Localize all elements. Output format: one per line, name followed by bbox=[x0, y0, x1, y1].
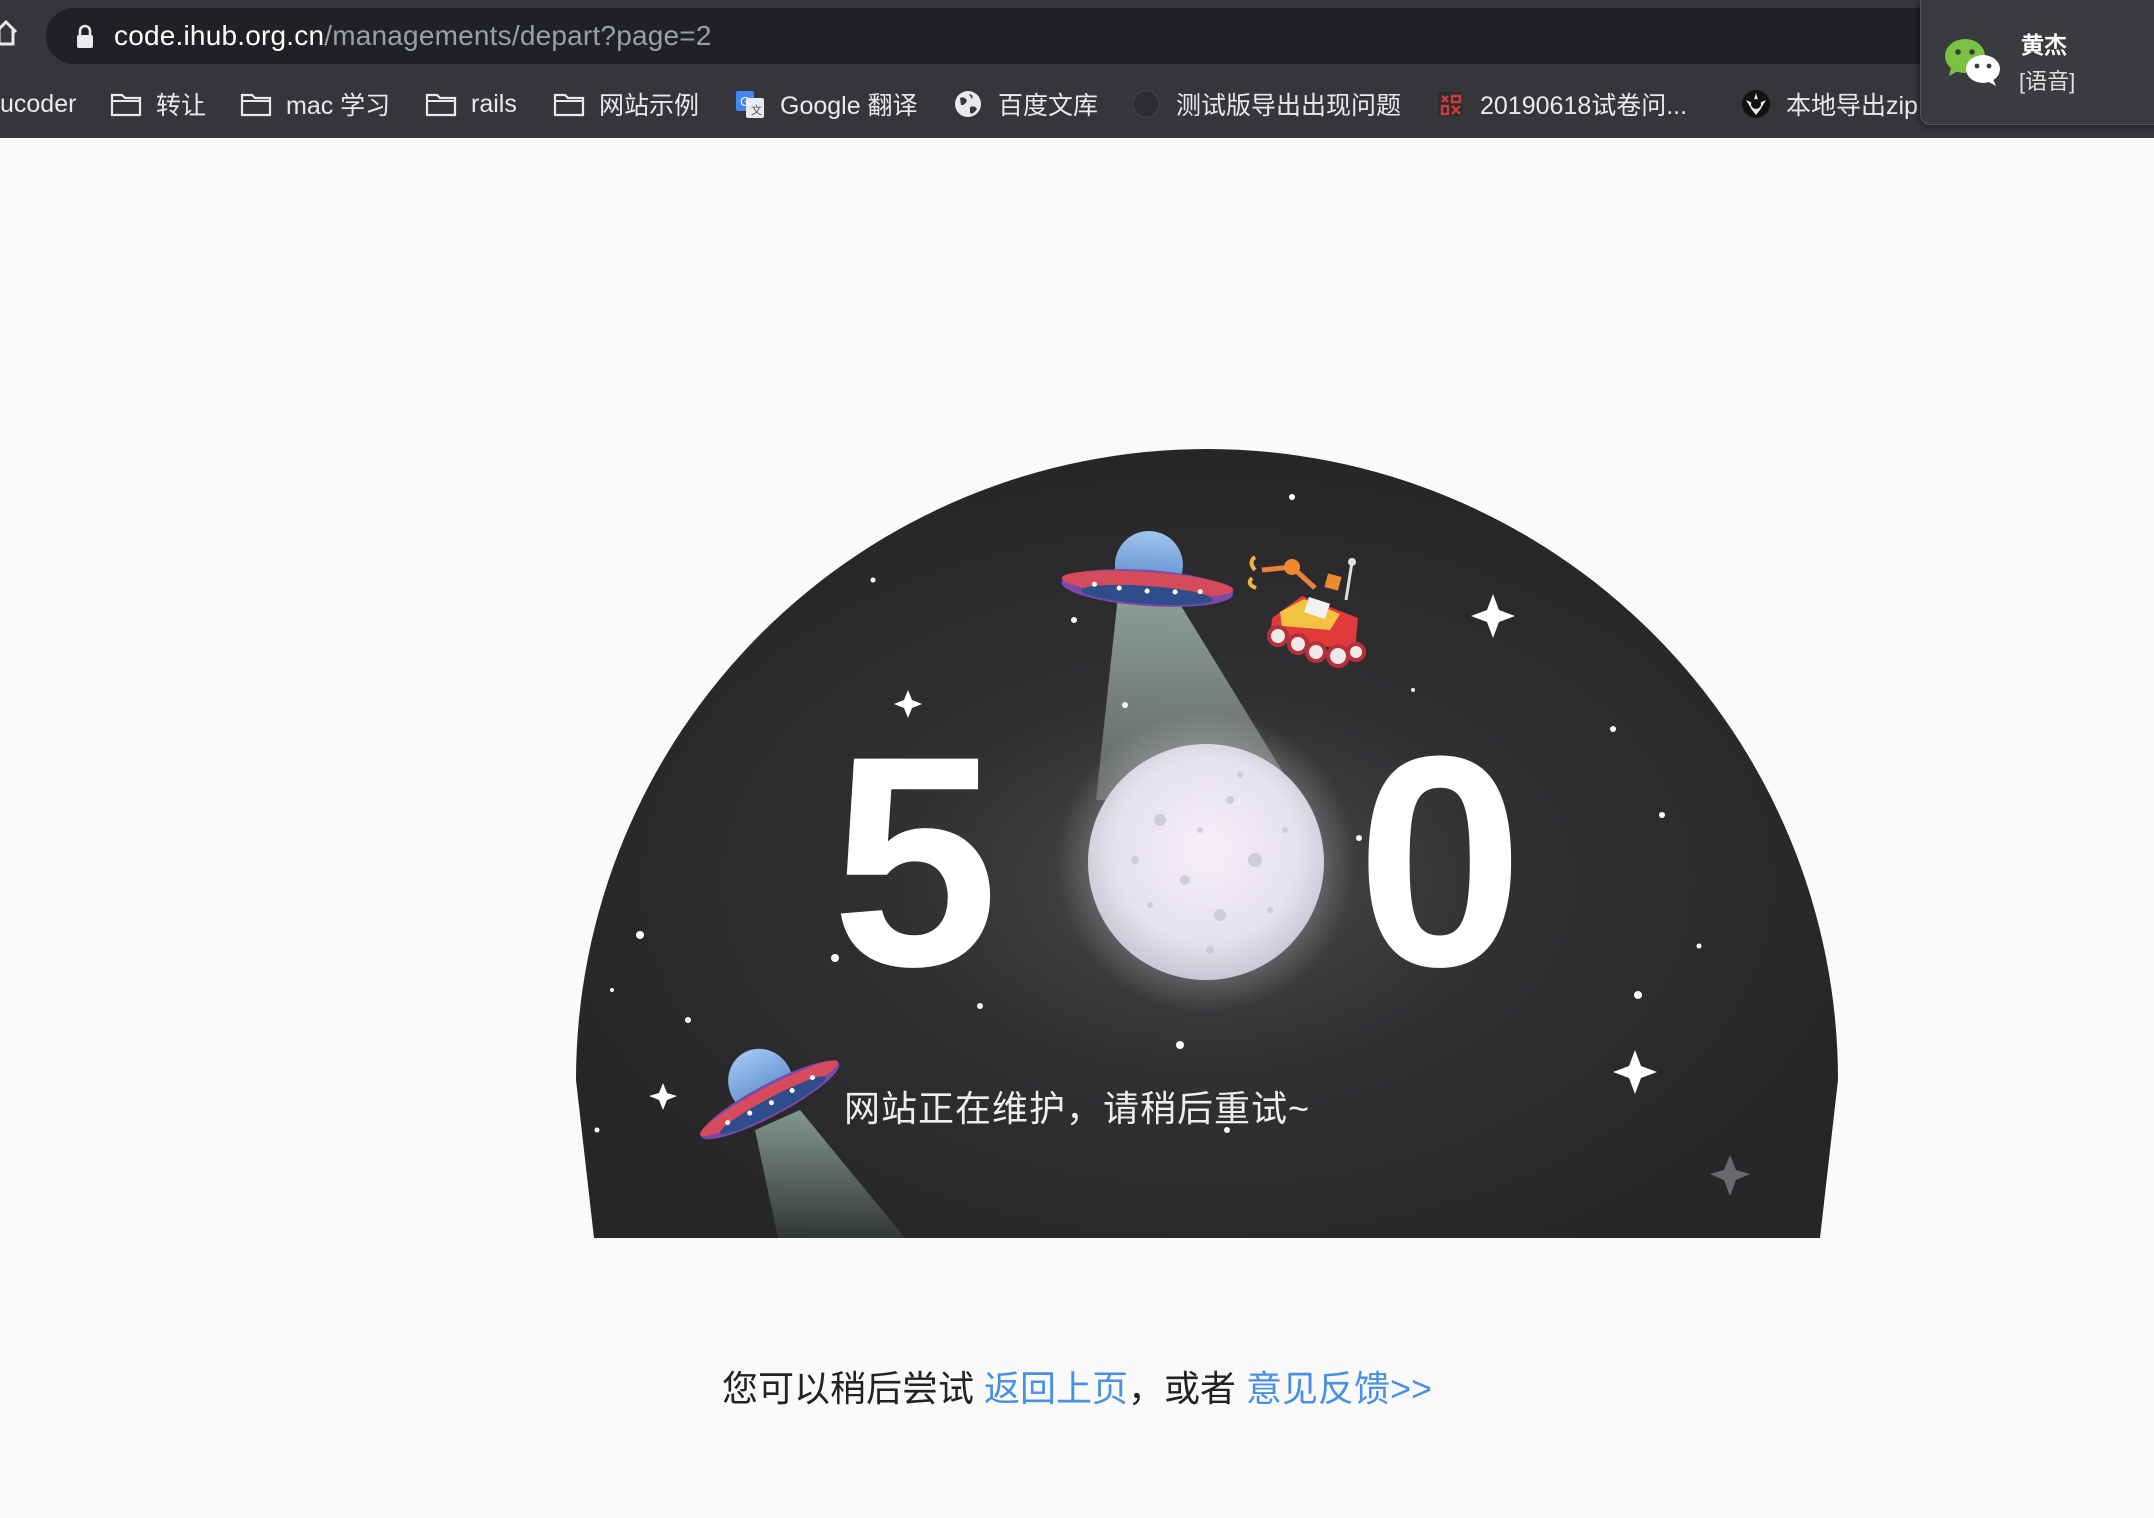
home-icon[interactable] bbox=[0, 18, 18, 48]
bookmark-folder-zhuanrang[interactable]: 转让 bbox=[110, 78, 206, 130]
bookmark-label: mac 学习 bbox=[286, 92, 391, 120]
bookmark-ucoder[interactable]: ucoder bbox=[0, 78, 76, 130]
bookmarks-bar: ucoder 转让 mac 学习 rails 网站示例 G 文 Google 翻… bbox=[0, 78, 2154, 130]
url-text[interactable]: code.ihub.org.cn/managements/depart?page… bbox=[114, 8, 712, 64]
bookmark-export-issue[interactable]: 测试版导出出现问题 bbox=[1130, 78, 1401, 130]
notification-message: [语音] bbox=[2019, 69, 2076, 94]
browser-chrome: code.ihub.org.cn/managements/depart?page… bbox=[0, 0, 2154, 138]
bookmark-exam-issue[interactable]: 20190618试卷问... bbox=[1434, 78, 1687, 130]
bookmark-baidu-wenku[interactable]: 百度文库 bbox=[952, 78, 1098, 130]
bookmark-label: Google 翻译 bbox=[780, 92, 918, 120]
bookmark-folder-mac[interactable]: mac 学习 bbox=[240, 78, 390, 130]
bookmark-folder-examples[interactable]: 网站示例 bbox=[553, 78, 699, 130]
maintenance-message: 网站正在维护，请稍后重试~ bbox=[843, 1088, 1311, 1129]
bookmark-local-export-zip[interactable]: 本地导出zip bbox=[1740, 78, 1918, 130]
site-favicon-icon bbox=[1438, 92, 1462, 116]
url-host: code.ihub.org.cn bbox=[114, 20, 325, 51]
notification-sender: 黄杰 bbox=[2021, 32, 2067, 58]
svg-text:G: G bbox=[740, 95, 749, 109]
error-illustration: 5 0 bbox=[576, 449, 1838, 1238]
bookmark-label: rails bbox=[471, 89, 517, 118]
error-code-digit: 0 bbox=[1357, 693, 1524, 1029]
bookmark-label: 测试版导出出现问题 bbox=[1176, 92, 1402, 120]
error-code-digit: 5 bbox=[832, 693, 999, 1029]
bookmark-google-translate[interactable]: G 文 Google 翻译 bbox=[734, 78, 918, 130]
circle-icon bbox=[1132, 90, 1160, 118]
bookmark-label: ucoder bbox=[0, 89, 77, 118]
wechat-notification[interactable]: 黄杰 [语音] bbox=[1920, 0, 2154, 125]
footer-middle: ，或者 bbox=[1127, 1368, 1246, 1409]
folder-icon bbox=[240, 93, 272, 117]
footer-prefix: 您可以稍后尝试 bbox=[721, 1368, 984, 1409]
address-bar-row: code.ihub.org.cn/managements/depart?page… bbox=[0, 0, 2154, 72]
moon-icon bbox=[1056, 712, 1356, 1012]
bookmark-label: 百度文库 bbox=[998, 92, 1099, 120]
url-path: /managements/depart?page=2 bbox=[324, 20, 712, 51]
wechat-icon bbox=[1945, 39, 2000, 86]
folder-icon bbox=[425, 93, 457, 117]
google-translate-icon: G 文 bbox=[736, 91, 764, 118]
address-bar[interactable]: code.ihub.org.cn/managements/depart?page… bbox=[46, 8, 2046, 64]
bookmark-label: 本地导出zip bbox=[1786, 92, 1918, 120]
bookmark-label: 转让 bbox=[156, 92, 207, 120]
folder-icon bbox=[553, 93, 585, 117]
feedback-link[interactable]: 意见反馈>> bbox=[1246, 1368, 1432, 1409]
folder-icon bbox=[110, 93, 142, 117]
rebel-icon bbox=[1742, 90, 1770, 118]
bookmark-label: 网站示例 bbox=[599, 92, 700, 120]
globe-icon bbox=[955, 91, 981, 117]
bookmark-label: 20190618试卷问... bbox=[1480, 92, 1688, 120]
footer-hint: 您可以稍后尝试 返回上页，或者 意见反馈>> bbox=[0, 1360, 2154, 1412]
svg-text:文: 文 bbox=[751, 103, 762, 117]
lock-icon[interactable] bbox=[74, 24, 96, 50]
bookmark-folder-rails[interactable]: rails bbox=[425, 78, 517, 130]
back-link[interactable]: 返回上页 bbox=[984, 1368, 1128, 1409]
